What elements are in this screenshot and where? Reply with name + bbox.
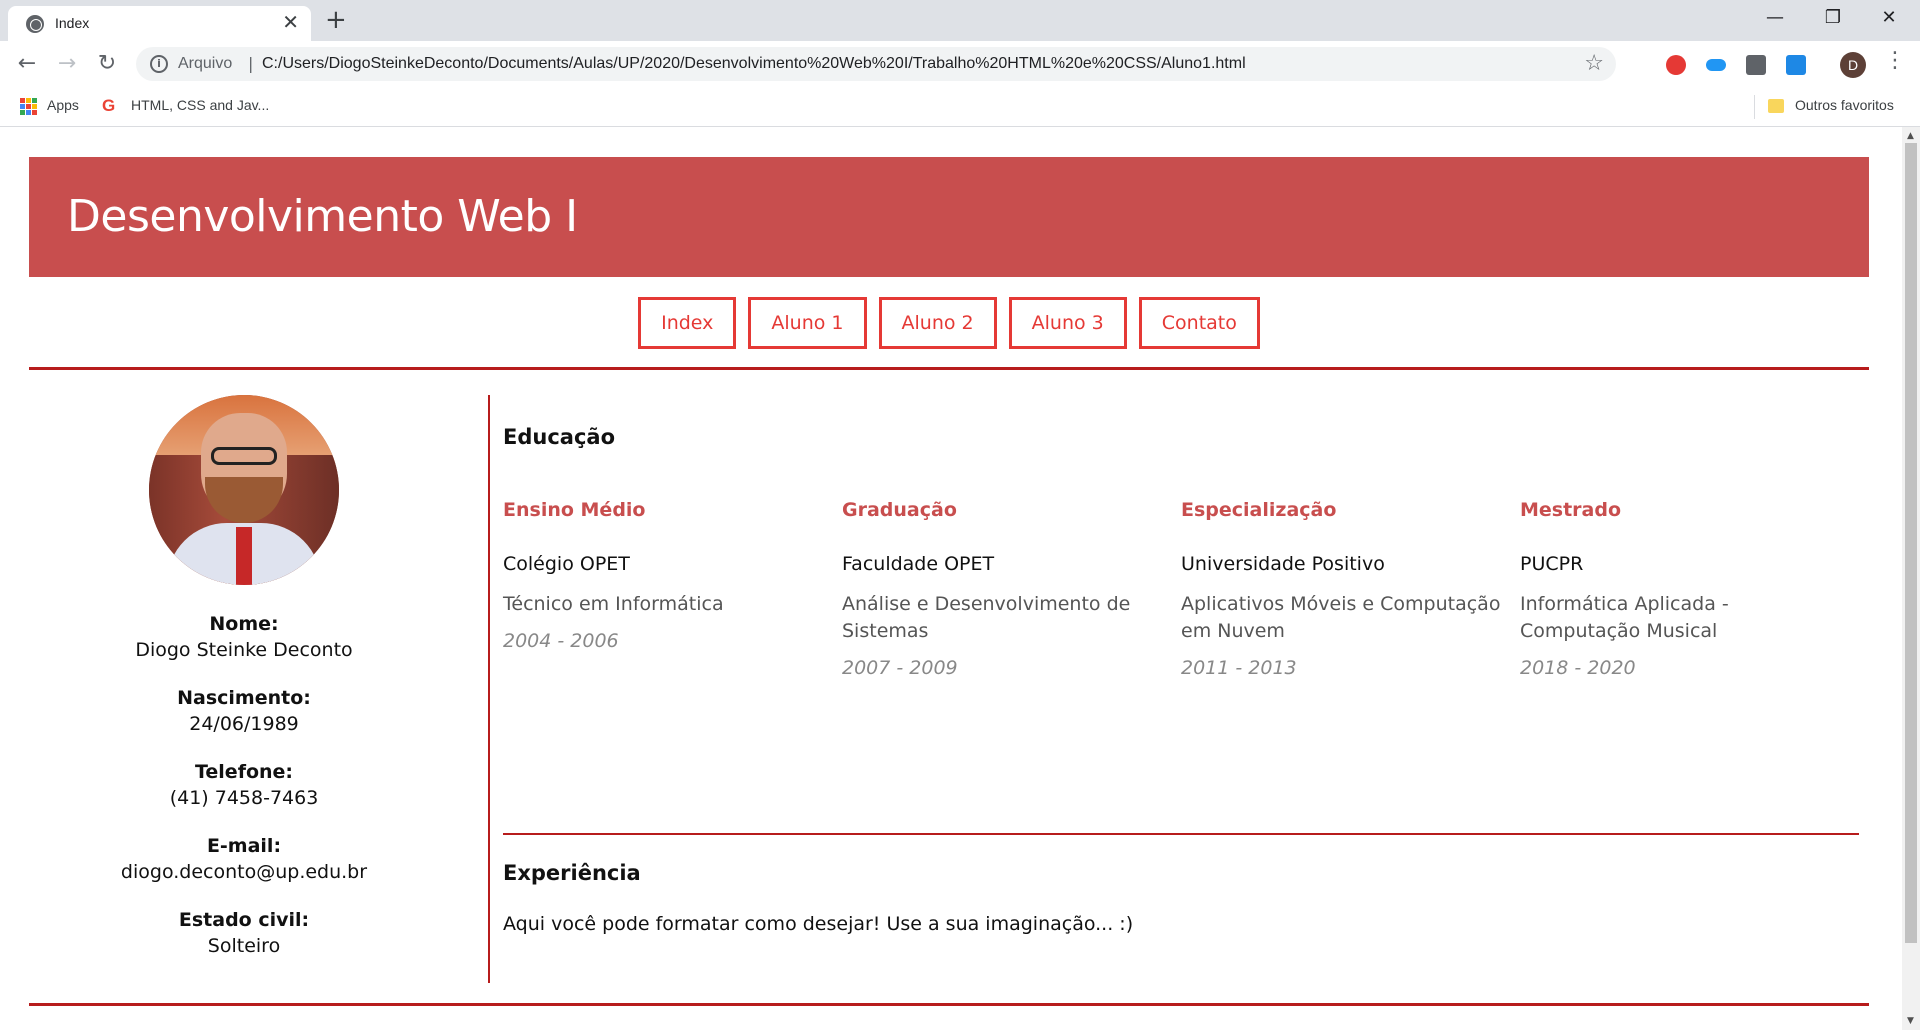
globe-icon	[26, 15, 44, 33]
site-header: Desenvolvimento Web I	[29, 157, 1869, 277]
scheme-label: Arquivo	[178, 55, 233, 72]
experience-heading: Experiência	[503, 861, 641, 885]
graduation-extension-icon[interactable]	[1786, 55, 1806, 75]
field-label: Nome:	[209, 613, 279, 635]
education-level: Mestrado	[1520, 499, 1622, 521]
education-level: Graduação	[842, 499, 957, 521]
forward-icon[interactable]: →	[52, 49, 82, 79]
field-label: Estado civil:	[178, 909, 310, 931]
education-institution: Universidade Positivo	[1181, 553, 1385, 575]
info-icon[interactable]: i	[150, 55, 168, 73]
education-course: Técnico em Informática	[503, 593, 724, 615]
nav-aluno-3[interactable]: Aluno 3	[1008, 297, 1127, 349]
new-tab-button[interactable]: +	[325, 6, 347, 34]
browser-toolbar: ← → ↻ i Arquivo | C:/Users/DiogoSteinkeD…	[0, 41, 1920, 87]
profile-sidebar: Nome: Diogo Steinke Deconto Nascimento: …	[29, 395, 459, 959]
bookmark-html-css[interactable]: HTML, CSS and Jav...	[131, 97, 269, 113]
onedrive-extension-icon[interactable]	[1706, 59, 1726, 71]
field-value: (41) 7458-7463	[169, 787, 319, 809]
education-item: Graduação Faculdade OPET Análise e Desen…	[842, 499, 1181, 679]
education-course: Análise e Desenvolvimento de Sistemas	[842, 593, 1131, 642]
back-icon[interactable]: ←	[12, 49, 42, 79]
profile-photo	[149, 395, 339, 585]
field-estado-civil: Estado civil: Solteiro	[29, 907, 459, 959]
apps-grid-icon	[20, 98, 37, 115]
adblock-extension-icon[interactable]	[1666, 55, 1686, 75]
bookmark-apps[interactable]: Apps	[47, 97, 79, 113]
education-years: 2011 - 2013	[1181, 657, 1297, 679]
education-years: 2007 - 2009	[842, 657, 958, 679]
education-years: 2018 - 2020	[1520, 657, 1636, 679]
education-level: Ensino Médio	[503, 499, 646, 521]
scroll-down-icon[interactable]: ▼	[1907, 1016, 1914, 1026]
window-close-icon[interactable]: ✕	[1866, 4, 1912, 32]
education-institution: Colégio OPET	[503, 553, 630, 575]
profile-avatar[interactable]: D	[1840, 52, 1866, 78]
field-label: E-mail:	[206, 835, 282, 857]
scroll-up-icon[interactable]: ▲	[1907, 131, 1914, 141]
field-nascimento: Nascimento: 24/06/1989	[29, 685, 459, 737]
scheme-separator: |	[248, 54, 254, 73]
field-nome: Nome: Diogo Steinke Deconto	[29, 611, 459, 663]
column-divider	[488, 395, 490, 983]
profile-fields: Nome: Diogo Steinke Deconto Nascimento: …	[29, 611, 459, 959]
address-bar[interactable]: i Arquivo | C:/Users/DiogoSteinkeDeconto…	[136, 47, 1616, 81]
google-icon: G	[102, 96, 116, 115]
restore-icon[interactable]: ❐	[1810, 4, 1856, 32]
nav-aluno-2[interactable]: Aluno 2	[878, 297, 997, 349]
education-institution: Faculdade OPET	[842, 553, 995, 575]
education-level: Especialização	[1181, 499, 1337, 521]
bookmarks-bar: Apps G HTML, CSS and Jav... Outros favor…	[0, 87, 1920, 127]
divider-bottom	[29, 1003, 1869, 1006]
folder-icon	[1768, 99, 1784, 113]
tab-strip: Index ✕ + — ❐ ✕	[0, 0, 1920, 41]
nav-index[interactable]: Index	[638, 297, 737, 349]
field-email: E-mail: diogo.deconto@up.edu.br	[29, 833, 459, 885]
education-item: Mestrado PUCPR Informática Aplicada - Co…	[1520, 499, 1859, 679]
reload-icon[interactable]: ↻	[92, 49, 122, 79]
url-text[interactable]: C:/Users/DiogoSteinkeDeconto/Documents/A…	[262, 55, 1246, 73]
divider-section	[503, 833, 1859, 835]
experience-text: Aqui você pode formatar como desejar! Us…	[503, 913, 1134, 935]
field-value: Solteiro	[207, 935, 281, 957]
education-item: Ensino Médio Colégio OPET Técnico em Inf…	[503, 499, 842, 679]
field-telefone: Telefone: (41) 7458-7463	[29, 759, 459, 811]
page-scrollbar[interactable]: ▲ ▼	[1902, 127, 1920, 1030]
field-value: diogo.deconto@up.edu.br	[120, 861, 368, 883]
menu-kebab-icon[interactable]: ⋮	[1884, 48, 1906, 73]
education-list: Ensino Médio Colégio OPET Técnico em Inf…	[503, 499, 1859, 679]
site-title: Desenvolvimento Web I	[67, 191, 578, 242]
site-nav: Index Aluno 1 Aluno 2 Aluno 3 Contato	[0, 297, 1898, 349]
field-label: Nascimento:	[177, 687, 311, 709]
education-heading: Educação	[503, 425, 615, 449]
education-course: Informática Aplicada - Computação Musica…	[1520, 593, 1729, 642]
other-bookmarks[interactable]: Outros favoritos	[1795, 97, 1894, 113]
field-label: Telefone:	[194, 761, 294, 783]
minimize-icon[interactable]: —	[1752, 4, 1798, 32]
close-tab-icon[interactable]: ✕	[282, 12, 299, 32]
nav-aluno-1[interactable]: Aluno 1	[748, 297, 867, 349]
scrollbar-thumb[interactable]	[1905, 143, 1917, 943]
education-item: Especialização Universidade Positivo Apl…	[1181, 499, 1520, 679]
browser-tab[interactable]: Index ✕	[8, 6, 311, 41]
bookmark-star-icon[interactable]: ☆	[1584, 51, 1604, 76]
education-course: Aplicativos Móveis e Computação em Nuvem	[1181, 593, 1501, 642]
shield-extension-icon[interactable]	[1746, 55, 1766, 75]
field-value: 24/06/1989	[189, 713, 299, 735]
page-viewport: Desenvolvimento Web I Index Aluno 1 Alun…	[0, 127, 1902, 1030]
education-institution: PUCPR	[1520, 553, 1584, 575]
field-value: Diogo Steinke Deconto	[135, 639, 353, 661]
bookmarks-divider	[1754, 95, 1755, 119]
divider-top	[29, 367, 1869, 370]
nav-contato[interactable]: Contato	[1138, 297, 1260, 349]
tab-title: Index	[55, 15, 90, 31]
education-years: 2004 - 2006	[503, 630, 619, 652]
